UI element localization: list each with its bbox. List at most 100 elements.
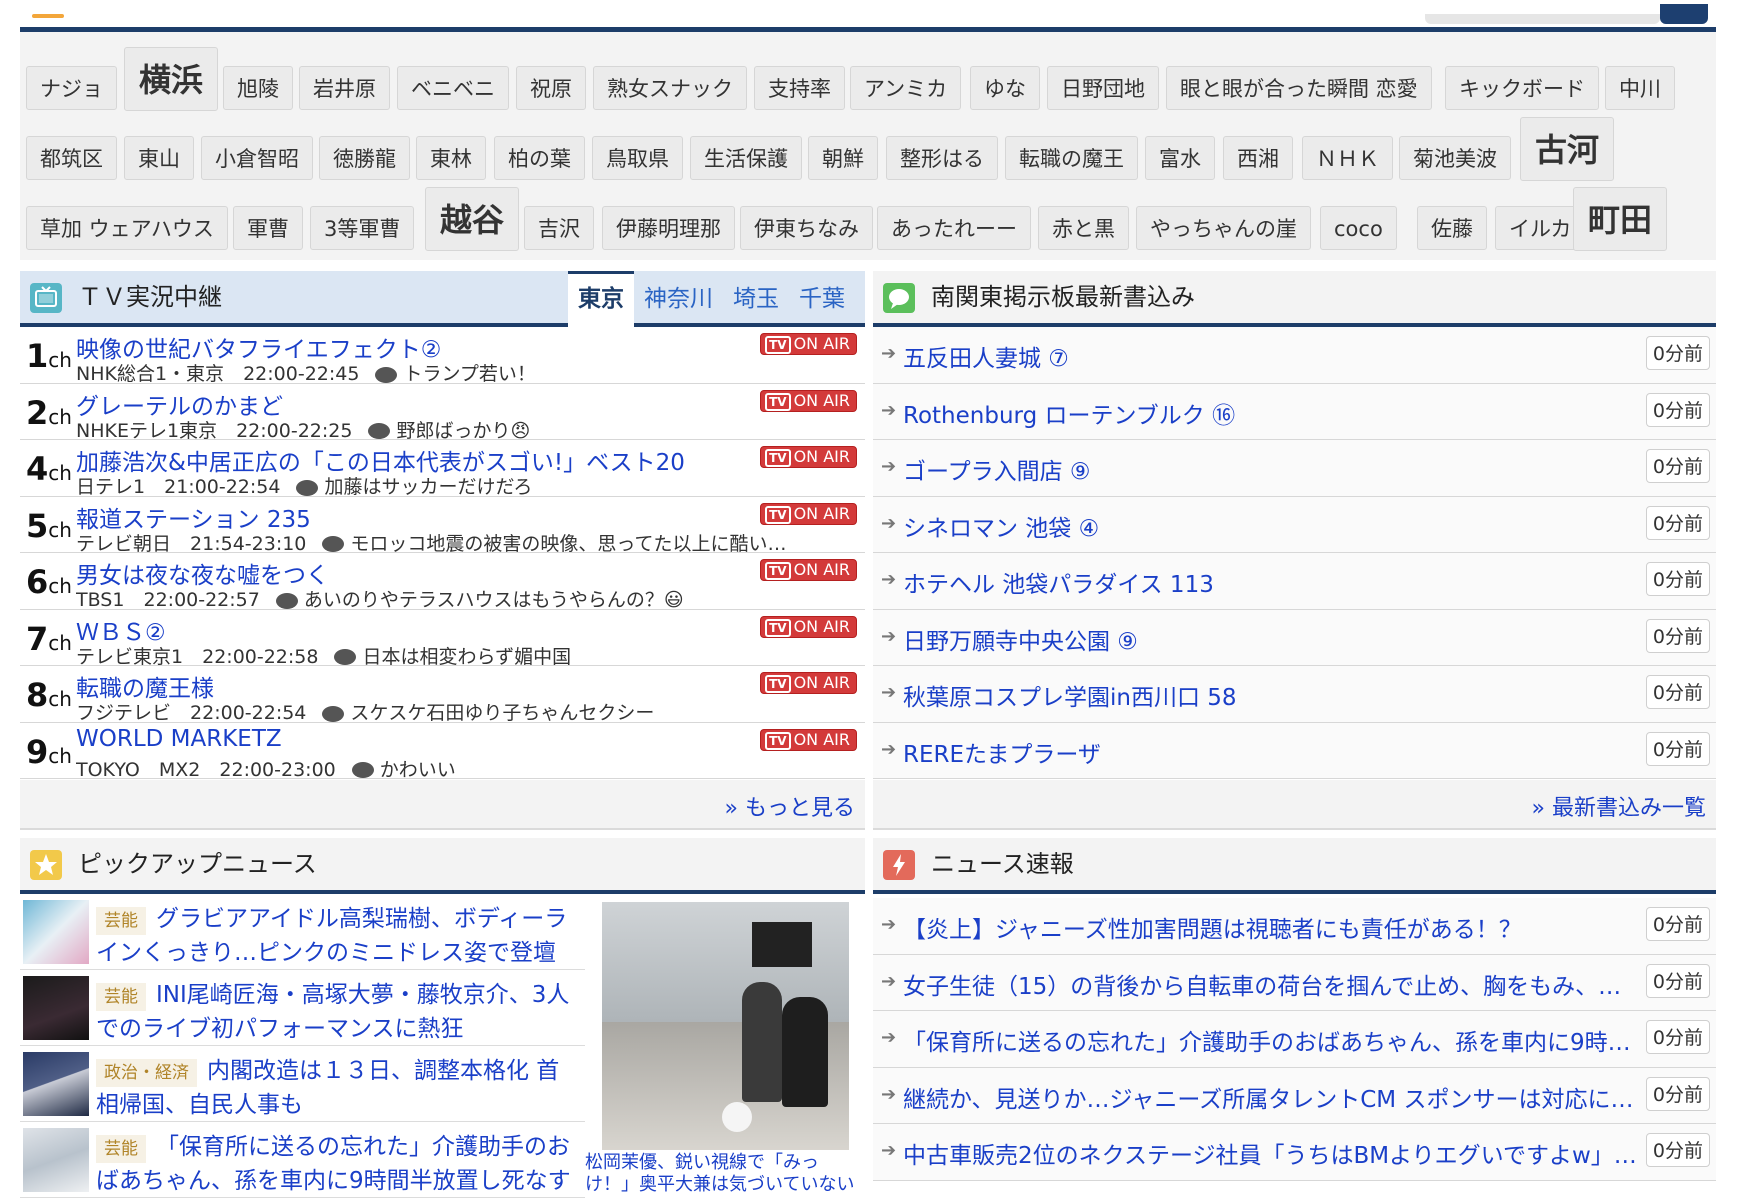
news-link[interactable]: 女子生徒（15）の背後から自転車の荷台を掴んで止め、胸をもみ、頬にキス xyxy=(903,967,1643,1001)
tab-tokyo[interactable]: 東京 xyxy=(568,271,634,327)
thread-link[interactable]: 秋葉原コスプレ学園in西川口 58 xyxy=(903,678,1643,712)
tag-link[interactable]: 草加 ウェアハウス xyxy=(26,206,228,250)
list-item[interactable]: ➔ ゴープラ入間店 ⑨ 0分前 xyxy=(873,440,1716,497)
list-item[interactable]: ➔ 女子生徒（15）の背後から自転車の荷台を掴んで止め、胸をもみ、頬にキス 0分前 xyxy=(873,954,1716,1011)
list-item[interactable]: ➔ ホテヘル 池袋パラダイス 113 0分前 xyxy=(873,553,1716,610)
tag-link[interactable]: 眼と眼が合った瞬間 恋愛 xyxy=(1166,66,1432,110)
tag-link[interactable]: 古河 xyxy=(1520,117,1615,181)
tag-link[interactable]: 中川 xyxy=(1605,66,1675,110)
pickup-headline[interactable]: 芸能 「保育所に送るの忘れた」介護助手のおばあちゃん、孫を車内に9時間半放置し死な… xyxy=(96,1130,576,1198)
tag-link[interactable]: 小倉智昭 xyxy=(201,136,313,180)
news-thumbnail[interactable] xyxy=(23,1052,89,1116)
tag-link[interactable]: ＮＨＫ xyxy=(1302,136,1393,180)
tag-link[interactable]: 軍曹 xyxy=(233,206,303,250)
search-box[interactable] xyxy=(1425,14,1660,24)
tag-link[interactable]: 熟女スナック xyxy=(593,66,747,110)
onair-badge[interactable]: TV ON AIR xyxy=(760,333,857,355)
thread-link[interactable]: ゴープラ入間店 ⑨ xyxy=(903,452,1643,486)
tag-link[interactable]: 富水 xyxy=(1145,136,1215,180)
onair-badge[interactable]: TV ON AIR xyxy=(760,615,857,638)
tv-row[interactable]: 6ch 男女は夜な夜な嘘をつく TV ON AIR TBS1 22:00-22:5… xyxy=(20,553,865,611)
news-thumbnail[interactable] xyxy=(23,900,89,964)
news-thumbnail[interactable] xyxy=(23,976,89,1040)
list-item[interactable]: ➔ シネロマン 池袋 ④ 0分前 xyxy=(873,496,1716,553)
pickup-headline[interactable]: 政治・経済 内閣改造は１３日、調整本格化 首相帰国、自民人事も xyxy=(96,1054,576,1122)
tag-link[interactable]: キックボード xyxy=(1445,66,1599,110)
thread-link[interactable]: シネロマン 池袋 ④ xyxy=(903,509,1643,543)
news-link[interactable]: 中古車販売2位のネクステージ社員「うちはBMよりエグいですよw」 … xyxy=(903,1136,1643,1170)
news-link[interactable]: 継続か、見送りか…ジャニーズ所属タレントCM スポンサーは対応に苦慮 xyxy=(903,1080,1643,1114)
tag-link[interactable]: 東山 xyxy=(124,136,194,180)
tv-row[interactable]: 8ch 転職の魔王様 TV ON AIR フジテレビ 22:00-22:54 スケス… xyxy=(20,666,865,724)
tag-link[interactable]: アンミカ xyxy=(850,66,962,110)
thread-link[interactable]: Rothenburg ローテンブルク ⑯ xyxy=(903,396,1643,430)
program-title[interactable]: WORLD MARKETZ xyxy=(76,726,282,752)
tag-link[interactable]: 菊池美波 xyxy=(1399,136,1511,180)
tag-link[interactable]: 岩井原 xyxy=(299,66,390,110)
tag-link[interactable]: 伊東ちなみ xyxy=(740,206,873,250)
list-item[interactable]: ➔ 「保育所に送るの忘れた」介護助手のおばあちゃん、孫を車内に9時間半放置 0分前 xyxy=(873,1011,1716,1068)
list-item[interactable]: ➔ 日野万願寺中央公園 ⑨ 0分前 xyxy=(873,609,1716,666)
bbs-more-link[interactable]: » 最新書込み一覧 xyxy=(1532,790,1706,822)
tag-link[interactable]: 都筑区 xyxy=(26,136,117,180)
featured-photo[interactable] xyxy=(602,902,849,1150)
tag-link[interactable]: 徳勝龍 xyxy=(319,136,410,180)
tag-link[interactable]: 町田 xyxy=(1573,187,1668,251)
news-link[interactable]: 「保育所に送るの忘れた」介護助手のおばあちゃん、孫を車内に9時間半放置 xyxy=(903,1023,1643,1057)
tag-link[interactable]: 東林 xyxy=(416,136,486,180)
list-item[interactable]: ➔ Rothenburg ローテンブルク ⑯ 0分前 xyxy=(873,383,1716,440)
tag-link[interactable]: やっちゃんの崖 xyxy=(1136,206,1311,250)
tv-row[interactable]: 7ch ＷＢＳ② TV ON AIR テレビ東京1 22:00-22:58 日本は相… xyxy=(20,610,865,668)
tag-link[interactable]: ナジョ xyxy=(26,66,117,110)
tab-chiba[interactable]: 千葉 xyxy=(789,271,855,327)
tag-link[interactable]: 生活保護 xyxy=(690,136,802,180)
tab-saitama[interactable]: 埼玉 xyxy=(723,271,789,327)
tag-link[interactable]: 伊藤明理那 xyxy=(602,206,735,250)
tag-link[interactable]: 転職の魔王 xyxy=(1005,136,1138,180)
list-item[interactable]: ➔ 【炎上】ジャニーズ性加害問題は視聴者にも責任がある！？ 0分前 xyxy=(873,898,1716,955)
tag-link[interactable]: 佐藤 xyxy=(1417,206,1487,250)
tag-link[interactable]: 整形はる xyxy=(886,136,998,180)
onair-badge[interactable]: TV ON AIR xyxy=(760,728,857,751)
tag-link[interactable]: 鳥取県 xyxy=(592,136,683,180)
pickup-headline[interactable]: 芸能 グラビアアイドル高梨瑞樹、ボディーラインくっきり…ピンクのミニドレス姿で登壇 xyxy=(96,902,576,970)
tag-link[interactable]: ベニベニ xyxy=(397,66,509,110)
tag-link[interactable]: 横浜 xyxy=(124,47,219,111)
tag-link[interactable]: 赤と黒 xyxy=(1038,206,1129,250)
list-item[interactable]: ➔ 継続か、見送りか…ジャニーズ所属タレントCM スポンサーは対応に苦慮 0分前 xyxy=(873,1067,1716,1124)
tag-link[interactable]: あったれーー xyxy=(877,206,1031,250)
pickup-item[interactable]: 芸能 グラビアアイドル高梨瑞樹、ボディーラインくっきり…ピンクのミニドレス姿で登壇 xyxy=(20,894,585,970)
tag-link[interactable]: 旭陵 xyxy=(223,66,293,110)
list-item[interactable]: ➔ 秋葉原コスプレ学園in西川口 58 0分前 xyxy=(873,666,1716,723)
list-item[interactable]: ➔ REREたまプラーザ 0分前 xyxy=(873,722,1716,779)
featured-photo-caption[interactable]: 松岡茉優、鋭い視線で「みっけ！」奥平大兼は気づいていない xyxy=(585,1152,860,1200)
pickup-item[interactable]: 芸能 「保育所に送るの忘れた」介護助手のおばあちゃん、孫を車内に9時間半放置し死な… xyxy=(20,1122,585,1198)
news-thumbnail[interactable] xyxy=(23,1128,89,1192)
tag-link[interactable]: 祝原 xyxy=(516,66,586,110)
tv-more-link[interactable]: » もっと見る xyxy=(725,790,855,822)
pickup-headline[interactable]: 芸能INI尾崎匠海・高塚大夢・藤牧京介、3人でのライブ初パフォーマンスに熱狂 G… xyxy=(96,978,576,1046)
tv-row[interactable]: 5ch 報道ステーション 235 TV ON AIR テレビ朝日 21:54-23… xyxy=(20,497,865,555)
search-button[interactable] xyxy=(1660,4,1708,24)
tag-link[interactable]: coco xyxy=(1320,206,1397,250)
tag-link[interactable]: 西湘 xyxy=(1223,136,1293,180)
tv-row[interactable]: 1ch 映像の世紀バタフライエフェクト② TV ON AIR NHK総合1・東京 … xyxy=(20,327,865,385)
onair-badge[interactable]: TV ON AIR xyxy=(760,672,857,694)
tag-link[interactable]: ゆな xyxy=(970,66,1040,110)
pickup-item[interactable]: 芸能INI尾崎匠海・高塚大夢・藤牧京介、3人でのライブ初パフォーマンスに熱狂 G… xyxy=(20,970,585,1046)
onair-badge[interactable]: TV ON AIR xyxy=(760,502,857,525)
tag-link[interactable]: イルカ xyxy=(1495,206,1586,250)
tag-link[interactable]: 吉沢 xyxy=(524,206,594,250)
pickup-item[interactable]: 政治・経済 内閣改造は１３日、調整本格化 首相帰国、自民人事も xyxy=(20,1046,585,1122)
tag-link[interactable]: 3等軍曹 xyxy=(310,206,415,250)
onair-badge[interactable]: TV ON AIR xyxy=(760,389,857,412)
tag-link[interactable]: 日野団地 xyxy=(1047,66,1159,110)
thread-link[interactable]: 日野万願寺中央公園 ⑨ xyxy=(903,622,1643,656)
tag-link[interactable]: 朝鮮 xyxy=(808,136,878,180)
tag-link[interactable]: 柏の葉 xyxy=(494,136,585,180)
thread-link[interactable]: ホテヘル 池袋パラダイス 113 xyxy=(903,565,1643,599)
thread-link[interactable]: REREたまプラーザ xyxy=(903,735,1643,769)
tag-link[interactable]: 越谷 xyxy=(425,187,520,251)
onair-badge[interactable]: TV ON AIR xyxy=(760,559,857,581)
tab-kanagawa[interactable]: 神奈川 xyxy=(634,271,723,327)
